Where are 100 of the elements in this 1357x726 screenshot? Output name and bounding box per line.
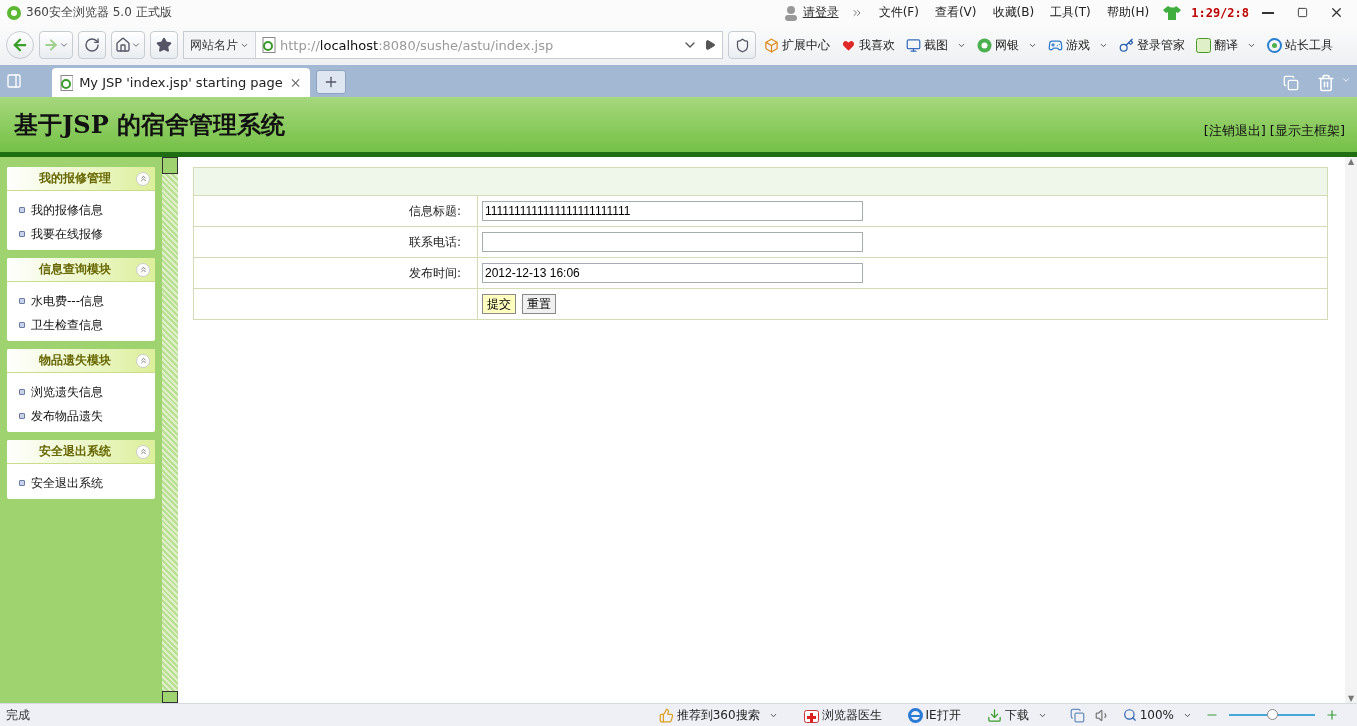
- new-tab-button[interactable]: [316, 70, 346, 94]
- splitter-button[interactable]: [162, 157, 178, 174]
- forward-button[interactable]: [39, 31, 73, 59]
- form-button[interactable]: 重置: [522, 294, 556, 314]
- menu-item[interactable]: 帮助(H): [1106, 4, 1150, 21]
- toolbar-item[interactable]: 截图: [903, 36, 969, 54]
- refresh-icon: [84, 37, 100, 53]
- toolbar-item[interactable]: 翻译: [1193, 36, 1259, 54]
- header-link[interactable]: [显示主框架]: [1269, 121, 1345, 140]
- status-item[interactable]: IE打开: [904, 706, 964, 724]
- coin-icon: [977, 37, 992, 53]
- medical-kit-icon: [803, 707, 819, 723]
- timer-overlay: 1:29/2:8: [1191, 5, 1249, 20]
- sidebar-link[interactable]: 我的报修信息: [19, 198, 155, 222]
- address-bar[interactable]: 网站名片 http://localhost:8080/sushe/astu/index.jsp: [183, 31, 723, 59]
- scroll-down-arrow[interactable]: ▼: [1347, 694, 1355, 703]
- favorites-button[interactable]: [150, 31, 178, 59]
- input-field[interactable]: 1111111111111111111111111: [482, 201, 863, 221]
- window-title: 360安全浏览器 5.0 正式版: [26, 4, 172, 21]
- panel-header[interactable]: 物品遗失模块: [7, 349, 155, 373]
- browser-e-icon: [907, 707, 923, 723]
- sidebar-link[interactable]: 卫生检查信息: [19, 313, 155, 337]
- download-icon: [986, 707, 1002, 723]
- back-button[interactable]: [6, 31, 34, 59]
- shield-button[interactable]: [728, 31, 756, 59]
- sidebar-toggle-icon: [6, 73, 22, 89]
- input-field[interactable]: [482, 232, 863, 252]
- site-card-button[interactable]: 网站名片: [184, 32, 256, 58]
- scroll-up-arrow[interactable]: ▲: [1347, 157, 1355, 166]
- go-icon: [704, 39, 716, 51]
- browser-logo-icon: [6, 4, 22, 21]
- plus-icon: [323, 74, 339, 90]
- url-text: http://localhost:8080/sushe/astu/index.jsp: [279, 37, 555, 53]
- collapse-icon[interactable]: [136, 171, 150, 186]
- menu-item[interactable]: 文件(F): [878, 4, 919, 21]
- key-icon: [1119, 37, 1134, 53]
- browser-tab[interactable]: My JSP 'index.jsp' starting page: [52, 68, 310, 97]
- panel-header[interactable]: 我的报修管理: [7, 167, 155, 191]
- collapse-icon[interactable]: [136, 353, 150, 368]
- star-icon: [156, 37, 172, 53]
- input-field[interactable]: 2012-12-13 16:06: [482, 263, 863, 283]
- magnifier-icon: [1122, 708, 1137, 722]
- toolbar-item[interactable]: 扩展中心: [761, 36, 833, 54]
- heart-icon: [841, 37, 856, 53]
- scrollbar[interactable]: ▲ ▼: [1345, 157, 1357, 703]
- sidebar-link[interactable]: 水电费---信息: [19, 289, 155, 313]
- panel-header[interactable]: 安全退出系统: [7, 440, 155, 464]
- trash-icon: [1317, 74, 1335, 92]
- zoom-in-icon: [1325, 708, 1339, 722]
- login-link[interactable]: 请登录: [802, 4, 839, 21]
- panel-title: 我的报修管理: [39, 170, 112, 187]
- minimize-icon: [1262, 11, 1274, 14]
- header-link[interactable]: [注销退出]: [1203, 121, 1266, 140]
- form-button[interactable]: 提交: [482, 294, 516, 314]
- status-item[interactable]: 浏览器医生: [800, 706, 885, 724]
- caret-icon: [131, 40, 141, 50]
- status-item[interactable]: 下载: [983, 706, 1050, 724]
- thumbs-up-icon: [658, 707, 674, 723]
- field-label: 信息标题:: [193, 195, 478, 227]
- monitor-icon: [906, 37, 921, 53]
- cube-icon: [764, 37, 779, 53]
- panel-title: 信息查询模块: [39, 261, 112, 278]
- status-text: 完成: [6, 706, 31, 724]
- user-icon: [782, 4, 799, 21]
- home-icon: [115, 37, 131, 53]
- menu-item[interactable]: 查看(V): [934, 4, 977, 21]
- zoom-button[interactable]: 100%: [1119, 708, 1195, 722]
- shield-icon: [734, 37, 750, 53]
- menu-item[interactable]: 收藏(B): [992, 4, 1035, 21]
- collapse-icon[interactable]: [136, 262, 150, 277]
- page-icon: [262, 37, 276, 53]
- forward-arrow-icon: [43, 37, 59, 53]
- maximize-icon: [1296, 7, 1308, 18]
- globe-icon: [1267, 37, 1282, 53]
- sidebar-link[interactable]: 浏览遗失信息: [19, 380, 155, 404]
- toolbar-item[interactable]: 站长工具: [1264, 36, 1336, 54]
- home-button[interactable]: [111, 31, 145, 59]
- toolbar-item[interactable]: 我喜欢: [838, 36, 898, 54]
- toolbar-item[interactable]: 游戏: [1045, 36, 1111, 54]
- toolbar-item[interactable]: 登录管家: [1116, 36, 1188, 54]
- sidebar-link[interactable]: 我要在线报修: [19, 222, 155, 246]
- status-item[interactable]: 推荐到360搜索: [655, 706, 781, 724]
- field-label: 联系电话:: [193, 226, 478, 258]
- page-icon: [60, 74, 74, 91]
- sidebar-link[interactable]: 安全退出系统: [19, 471, 155, 495]
- caret-icon: [59, 40, 69, 50]
- shirt-icon: [1163, 4, 1182, 21]
- panel-header[interactable]: 信息查询模块: [7, 258, 155, 282]
- field-label: 发布时间:: [193, 257, 478, 289]
- refresh-button[interactable]: [78, 31, 106, 59]
- menu-item[interactable]: 工具(T): [1050, 4, 1091, 21]
- toolbar-item[interactable]: 网银: [974, 36, 1040, 54]
- windows-icon: [1283, 75, 1299, 91]
- sidebar-link[interactable]: 发布物品遗失: [19, 404, 155, 428]
- slider-thumb[interactable]: [1267, 709, 1278, 720]
- dropdown-icon: [1341, 75, 1351, 85]
- splitter-button[interactable]: [162, 691, 178, 703]
- collapse-icon[interactable]: [136, 444, 150, 459]
- windows-icon: [1069, 707, 1085, 723]
- page-title: 基于JSP 的宿舍管理系统: [14, 108, 286, 141]
